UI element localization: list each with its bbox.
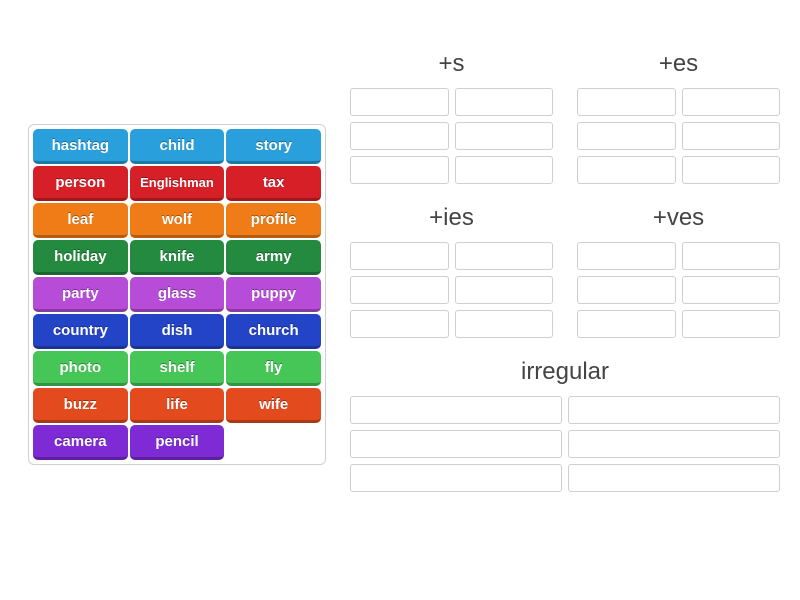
drop-slot[interactable]: [682, 88, 781, 116]
word-tile[interactable]: child: [130, 129, 225, 164]
word-tile[interactable]: pencil: [130, 425, 225, 460]
drop-slot[interactable]: [577, 156, 676, 184]
word-tile[interactable]: wolf: [130, 203, 225, 238]
group-title-es: +es: [577, 50, 780, 78]
drop-slot[interactable]: [455, 88, 554, 116]
word-tile[interactable]: fly: [226, 351, 321, 386]
word-tile[interactable]: Englishman: [130, 166, 225, 201]
drop-slot[interactable]: [682, 156, 781, 184]
group-title-ves: +ves: [577, 204, 780, 232]
slot-grid-ies: [350, 242, 553, 338]
word-tile[interactable]: shelf: [130, 351, 225, 386]
drop-slot[interactable]: [455, 242, 554, 270]
slot-grid-irregular: [350, 396, 780, 492]
drop-slot[interactable]: [455, 310, 554, 338]
drop-slot[interactable]: [577, 242, 676, 270]
drop-slot[interactable]: [350, 430, 562, 458]
drop-slot[interactable]: [568, 430, 780, 458]
group-title-irregular: irregular: [350, 358, 780, 386]
group-es[interactable]: +es: [577, 50, 780, 184]
drop-slot[interactable]: [568, 464, 780, 492]
drop-slot[interactable]: [577, 122, 676, 150]
word-tile[interactable]: leaf: [33, 203, 128, 238]
word-tile[interactable]: puppy: [226, 277, 321, 312]
group-ies[interactable]: +ies: [350, 204, 553, 338]
activity-stage: hashtagchildstory personEnglishmantax leaf…: [0, 0, 800, 600]
word-tile[interactable]: country: [33, 314, 128, 349]
drop-slot[interactable]: [455, 156, 554, 184]
word-tile[interactable]: glass: [130, 277, 225, 312]
word-tile[interactable]: story: [226, 129, 321, 164]
drop-slot[interactable]: [682, 242, 781, 270]
group-title-ies: +ies: [350, 204, 553, 232]
drop-slot[interactable]: [568, 396, 780, 424]
group-ves[interactable]: +ves: [577, 204, 780, 338]
word-tile[interactable]: hashtag: [33, 129, 128, 164]
drop-slot[interactable]: [577, 88, 676, 116]
drop-slot[interactable]: [350, 242, 449, 270]
drop-area: +s +es +ies +ves irregular: [350, 50, 780, 512]
drop-slot[interactable]: [682, 122, 781, 150]
slot-grid-ves: [577, 242, 780, 338]
word-tile[interactable]: army: [226, 240, 321, 275]
word-tile[interactable]: profile: [226, 203, 321, 238]
word-tile[interactable]: knife: [130, 240, 225, 275]
word-tile[interactable]: person: [33, 166, 128, 201]
slot-grid-s: [350, 88, 553, 184]
word-tile[interactable]: holiday: [33, 240, 128, 275]
word-tile[interactable]: wife: [226, 388, 321, 423]
word-tile[interactable]: life: [130, 388, 225, 423]
drop-slot[interactable]: [350, 276, 449, 304]
group-row-3: irregular: [350, 358, 780, 492]
word-tile[interactable]: photo: [33, 351, 128, 386]
drop-slot[interactable]: [682, 276, 781, 304]
group-s[interactable]: +s: [350, 50, 553, 184]
word-bank: hashtagchildstory personEnglishmantax leaf…: [28, 124, 326, 465]
drop-slot[interactable]: [577, 310, 676, 338]
drop-slot[interactable]: [350, 396, 562, 424]
word-tile[interactable]: church: [226, 314, 321, 349]
word-tile[interactable]: buzz: [33, 388, 128, 423]
drop-slot[interactable]: [350, 156, 449, 184]
group-title-s: +s: [350, 50, 553, 78]
drop-slot[interactable]: [682, 310, 781, 338]
group-row-1: +s +es: [350, 50, 780, 184]
drop-slot[interactable]: [350, 122, 449, 150]
drop-slot[interactable]: [577, 276, 676, 304]
drop-slot[interactable]: [350, 464, 562, 492]
word-tile[interactable]: dish: [130, 314, 225, 349]
slot-grid-es: [577, 88, 780, 184]
drop-slot[interactable]: [455, 276, 554, 304]
drop-slot[interactable]: [350, 88, 449, 116]
group-irregular[interactable]: irregular: [350, 358, 780, 492]
drop-slot[interactable]: [455, 122, 554, 150]
word-tile[interactable]: tax: [226, 166, 321, 201]
drop-slot[interactable]: [350, 310, 449, 338]
group-row-2: +ies +ves: [350, 204, 780, 338]
word-tile[interactable]: party: [33, 277, 128, 312]
word-tile[interactable]: camera: [33, 425, 128, 460]
